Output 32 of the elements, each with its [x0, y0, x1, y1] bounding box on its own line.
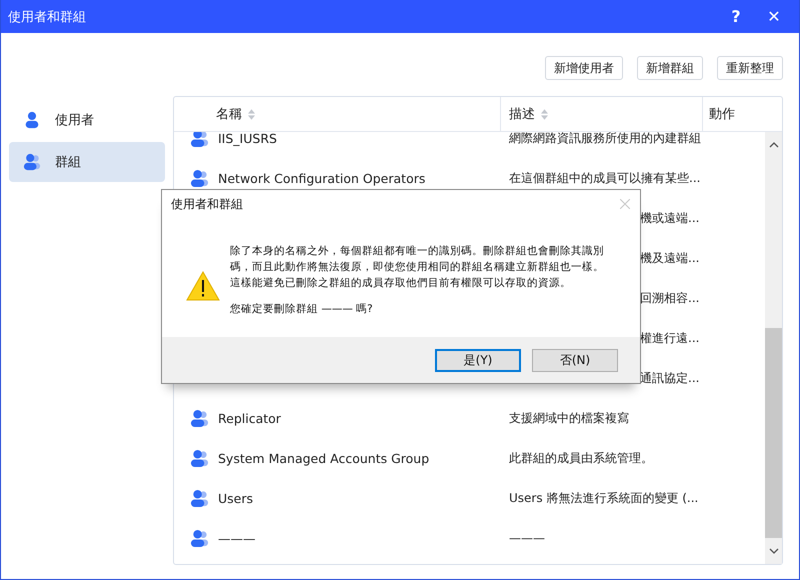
group-description: Users 將無法進行系統面的變更 (... — [509, 490, 698, 506]
dialog-button[interactable]: 否(N) — [532, 348, 618, 372]
group-description: 此群組的成員由系統管理。 — [509, 450, 653, 466]
toolbar-button[interactable]: 新增群組 — [637, 56, 703, 80]
group-description: ——— — [509, 531, 545, 545]
group-description: 機或遠端... — [640, 210, 700, 226]
group-description: 支援網域中的檔案複寫 — [509, 410, 629, 426]
group-description: 機及遠端... — [640, 250, 700, 266]
group-description: 回溯相容... — [640, 290, 700, 306]
toolbar-button[interactable]: 重新整理 — [717, 56, 783, 80]
group-name: IIS_IUSRS — [218, 132, 277, 146]
group-name: Replicator — [218, 410, 281, 426]
group-name: ——— — [218, 530, 256, 546]
group-description: 通訊協定... — [640, 370, 700, 386]
dialog-message: 除了本身的名稱之外，每個群組都有唯一的識別碼。刪除群組也會刪除其識別 碼，而且此動作將無法復原，即使您使用相同的群組名稱建立新群組也一樣。 這樣能避免已刪除之群組的成員存取他們目前有權限可以存取的資源。 — [230, 244, 604, 291]
group-name: Users — [218, 490, 254, 506]
toolbar-button[interactable]: 新增使用者 — [545, 56, 623, 80]
group-description: 權進行遠... — [640, 330, 700, 346]
help-button[interactable]: ? — [719, 2, 753, 32]
group-name: System Managed Accounts Group — [218, 450, 430, 466]
group-name: Network Configuration Operators — [218, 170, 426, 186]
sidebar-item[interactable]: 使用者 — [9, 100, 165, 140]
dialog-title: 使用者和群組 — [171, 196, 243, 212]
column-header[interactable]: 動作 — [703, 97, 782, 131]
dialog-button[interactable]: 是(Y) — [435, 348, 521, 372]
group-description: 在這個群組中的成員可以擁有某些... — [509, 170, 700, 186]
column-header[interactable]: 名稱 — [174, 97, 501, 131]
dialog-question: 您確定要刪除群組 ——— 嗎? — [230, 302, 374, 317]
window-title: 使用者和群組 — [8, 8, 87, 26]
close-button[interactable]: ✕ — [757, 2, 791, 32]
sidebar-item[interactable]: 群組 — [9, 142, 165, 182]
column-header[interactable]: 描述 — [501, 97, 703, 131]
